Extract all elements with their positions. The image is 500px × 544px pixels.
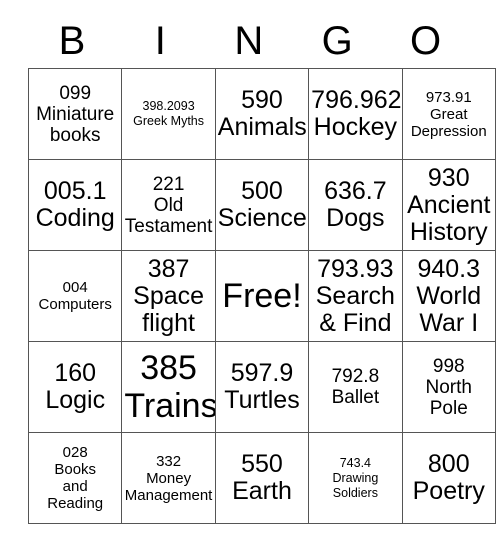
bingo-cell[interactable]: 028 Books and Reading <box>27 432 123 524</box>
bingo-cell[interactable]: 500 Science <box>214 159 310 251</box>
bingo-cell-text: 940.3 World War I <box>416 254 482 337</box>
bingo-cell-free[interactable]: Free! <box>214 250 310 342</box>
bingo-cell-text: 800 Poetry <box>412 450 485 505</box>
bingo-cell[interactable]: 597.9 Turtles <box>214 341 310 433</box>
bingo-row: 160 Logic 385 Trains 597.9 Turtles 792.8… <box>27 341 496 433</box>
bingo-cell-text: 550 Earth <box>232 450 292 505</box>
bingo-cell-text: 387 Space flight <box>133 254 205 337</box>
bingo-cell-text: 221 Old Testament <box>124 173 213 237</box>
bingo-cell-text: 005.1 Coding <box>35 177 115 232</box>
bingo-row: 028 Books and Reading 332 Money Manageme… <box>27 432 496 524</box>
bingo-row: 004 Computers 387 Space flight Free! 793… <box>27 250 496 342</box>
bingo-cell[interactable]: 796.962 Hockey <box>308 68 403 160</box>
bingo-cell[interactable]: 743.4 Drawing Soldiers <box>308 432 403 524</box>
bingo-cell[interactable]: 998 North Pole <box>401 341 496 433</box>
bingo-cell[interactable]: 800 Poetry <box>401 432 496 524</box>
bingo-cell[interactable]: 550 Earth <box>214 432 310 524</box>
bingo-cell-text: 597.9 Turtles <box>224 359 300 414</box>
bingo-card: B I N G O 099 Miniature books 398.2093 G… <box>27 14 496 524</box>
bingo-cell-text: 793.93 Search & Find <box>315 254 395 337</box>
bingo-cell[interactable]: 973.91 Great Depression <box>401 68 496 160</box>
bingo-cell-text: 792.8 Ballet <box>331 366 380 408</box>
bingo-cell-text: 796.962 Hockey <box>311 86 402 141</box>
bingo-cell-text: 930 Ancient History <box>407 163 491 246</box>
bingo-cell-text: 973.91 Great Depression <box>410 88 487 140</box>
bingo-cell[interactable]: 099 Miniature books <box>27 68 123 160</box>
bingo-cell[interactable]: 792.8 Ballet <box>308 341 403 433</box>
bingo-cell[interactable]: 004 Computers <box>27 250 123 342</box>
bingo-cell[interactable]: 221 Old Testament <box>121 159 216 251</box>
bingo-cell-text: 099 Miniature books <box>36 82 115 146</box>
bingo-cell-text: 332 Money Management <box>124 452 213 504</box>
bingo-cell-text: 028 Books and Reading <box>47 444 104 512</box>
bingo-cell[interactable]: 385 Trains <box>121 341 216 433</box>
bingo-cell[interactable]: 387 Space flight <box>121 250 216 342</box>
bingo-cell-text: 636.7 Dogs <box>324 177 387 232</box>
bingo-cell-text: 160 Logic <box>45 359 106 414</box>
bingo-header-letter-n: N <box>234 19 264 63</box>
bingo-cell[interactable]: 636.7 Dogs <box>308 159 403 251</box>
bingo-grid: 099 Miniature books 398.2093 Greek Myths… <box>27 68 496 524</box>
bingo-cell[interactable]: 332 Money Management <box>121 432 216 524</box>
bingo-free-space-text: Free! <box>222 277 302 315</box>
bingo-header: B I N G O <box>28 14 470 68</box>
bingo-cell-text: 385 Trains <box>124 349 216 425</box>
bingo-cell-text: 743.4 Drawing Soldiers <box>332 455 379 500</box>
bingo-cell[interactable]: 590 Animals <box>214 68 310 160</box>
bingo-cell[interactable]: 940.3 World War I <box>401 250 496 342</box>
bingo-row: 099 Miniature books 398.2093 Greek Myths… <box>27 68 496 160</box>
bingo-cell-text: 398.2093 Greek Myths <box>133 99 205 128</box>
bingo-cell[interactable]: 398.2093 Greek Myths <box>121 68 216 160</box>
bingo-cell-text: 500 Science <box>217 177 307 232</box>
bingo-cell[interactable]: 005.1 Coding <box>27 159 123 251</box>
bingo-header-letter-o: O <box>410 19 442 63</box>
bingo-cell-text: 998 North Pole <box>425 355 472 419</box>
bingo-row: 005.1 Coding 221 Old Testament 500 Scien… <box>27 159 496 251</box>
bingo-cell[interactable]: 930 Ancient History <box>401 159 496 251</box>
bingo-header-letter-g: G <box>321 19 354 63</box>
bingo-header-letter-b: B <box>58 19 86 63</box>
bingo-header-letter-i: I <box>154 19 167 63</box>
bingo-cell[interactable]: 793.93 Search & Find <box>308 250 403 342</box>
bingo-cell-text: 590 Animals <box>217 86 307 141</box>
bingo-cell-text: 004 Computers <box>38 279 112 313</box>
bingo-cell[interactable]: 160 Logic <box>27 341 123 433</box>
